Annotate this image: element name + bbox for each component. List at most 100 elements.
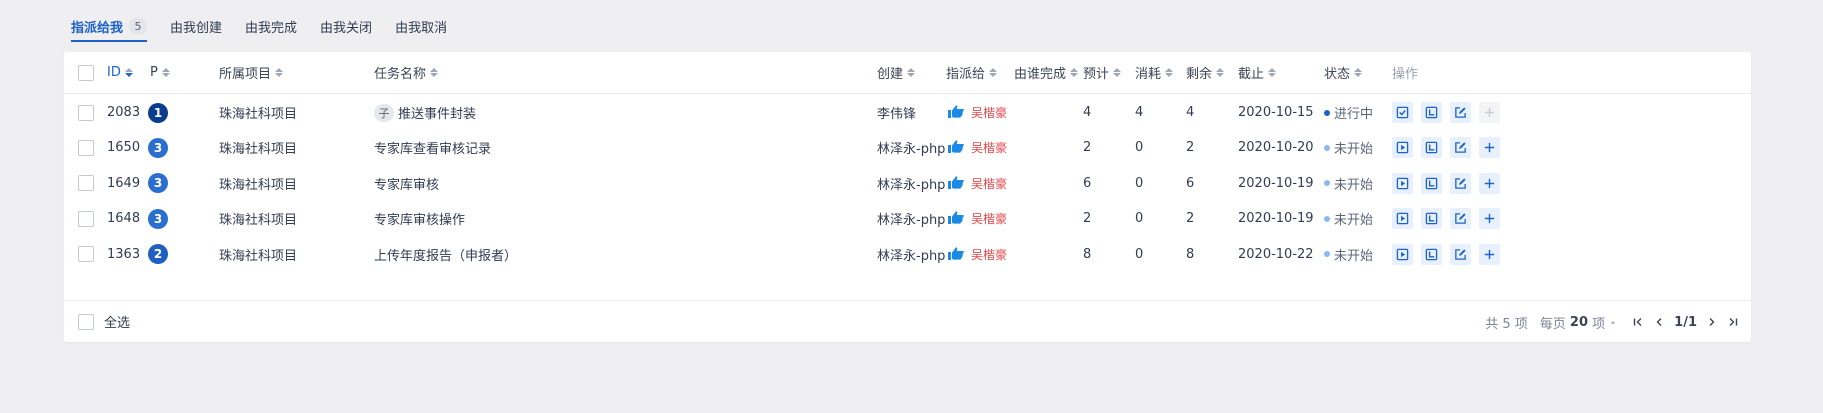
total-count: 共 5 项 (1485, 316, 1528, 332)
record-hours-button[interactable] (1421, 172, 1442, 194)
create-subtask-button[interactable] (1479, 208, 1500, 230)
assign-hand-icon (947, 138, 971, 157)
edit-button[interactable] (1450, 137, 1471, 159)
start-button[interactable] (1392, 243, 1413, 265)
create-subtask-button[interactable] (1479, 102, 1500, 123)
assignee-name: 吴楷豪 (971, 247, 1008, 262)
edit-button[interactable] (1450, 208, 1471, 230)
table-row[interactable]: 1650 3 珠海社科项目 专家库查看审核记录 林泽永-php 吴楷豪 2 0 2 2020-10… (64, 130, 1751, 165)
start-button[interactable] (1392, 208, 1413, 230)
assignee[interactable]: 吴楷豪 (947, 166, 1007, 201)
create-subtask-button[interactable] (1479, 137, 1500, 159)
task-name-link[interactable]: 专家库审核 (374, 174, 439, 193)
sort-icon (1216, 68, 1225, 77)
edit-button[interactable] (1450, 102, 1471, 123)
page-size-selector[interactable]: 每页 20 项 (1540, 313, 1618, 332)
table-row[interactable]: 2083 1 珠海社科项目 子推送事件封装 李伟锋 吴楷豪 4 4 4 2020-10-15 进行中 (64, 95, 1751, 130)
column-consumed-header[interactable]: 消耗 (1135, 52, 1174, 93)
project-name[interactable]: 珠海社科项目 (219, 130, 297, 165)
assignee[interactable]: 吴楷豪 (947, 95, 1007, 130)
task-id: 2083 (107, 105, 141, 120)
plus-icon (1483, 248, 1496, 261)
task-name-link[interactable]: 专家库查看审核记录 (374, 138, 491, 157)
create-subtask-button[interactable] (1479, 243, 1500, 265)
left-hours: 2 (1186, 211, 1195, 227)
tab-bar: 指派给我 5 由我创建 由我完成 由我关闭 由我取消 (71, 13, 470, 42)
tab-0[interactable]: 指派给我 5 (71, 13, 148, 42)
assignee[interactable]: 吴楷豪 (947, 201, 1007, 236)
creator: 林泽永-php (877, 248, 946, 264)
column-left-header[interactable]: 剩余 (1186, 52, 1225, 93)
tab-2[interactable]: 由我完成 (245, 13, 297, 39)
next-page-button[interactable] (1706, 316, 1718, 328)
start-button[interactable] (1392, 172, 1413, 194)
row-checkbox[interactable] (78, 210, 94, 227)
table-row[interactable]: 1649 3 珠海社科项目 专家库审核 林泽永-php 吴楷豪 6 0 6 2020-10-19 未… (64, 166, 1751, 201)
project-name[interactable]: 珠海社科项目 (219, 166, 297, 201)
column-assignee-header[interactable]: 指派给 (946, 52, 998, 93)
column-deadline-header[interactable]: 截止 (1238, 52, 1277, 93)
last-page-icon (1729, 318, 1738, 326)
assignee-name: 吴楷豪 (971, 141, 1008, 156)
clock-record-icon (1425, 141, 1438, 154)
column-name-header[interactable]: 任务名称 (374, 52, 439, 93)
row-checkbox[interactable] (78, 104, 94, 121)
column-priority-header[interactable]: P (150, 52, 170, 93)
table-row[interactable]: 1648 3 珠海社科项目 专家库审核操作 林泽永-php 吴楷豪 2 0 2 2020-10-1… (64, 201, 1751, 236)
record-hours-button[interactable] (1421, 208, 1442, 230)
assignee[interactable]: 吴楷豪 (947, 130, 1007, 165)
clock-record-icon (1425, 248, 1438, 261)
start-button[interactable] (1392, 137, 1413, 159)
column-status-header[interactable]: 状态 (1324, 52, 1363, 93)
deadline: 2020-10-15 (1238, 105, 1314, 120)
assignee[interactable]: 吴楷豪 (947, 237, 1007, 272)
estimate: 2 (1083, 140, 1092, 156)
tab-3[interactable]: 由我关闭 (320, 13, 372, 39)
project-name[interactable]: 珠海社科项目 (219, 237, 297, 272)
column-id-header[interactable]: ID (107, 52, 133, 93)
tab-1[interactable]: 由我创建 (170, 13, 222, 39)
left-hours: 6 (1186, 175, 1195, 191)
status: 未开始 (1324, 201, 1373, 236)
column-creator-header[interactable]: 创建 (877, 52, 916, 93)
record-hours-button[interactable] (1421, 102, 1442, 123)
task-name-link[interactable]: 专家库审核操作 (374, 209, 465, 228)
task-id: 1650 (107, 140, 141, 156)
column-estimate-header[interactable]: 预计 (1083, 52, 1122, 93)
tab-label: 由我创建 (170, 20, 223, 36)
table-row[interactable]: 1363 2 珠海社科项目 上传年度报告（申报者） 林泽永-php 吴楷豪 8 0 8 2020-… (64, 237, 1751, 272)
consumed: 0 (1135, 175, 1144, 191)
priority-badge: 3 (148, 137, 168, 158)
edit-icon (1454, 248, 1467, 261)
select-all-label[interactable]: 全选 (104, 301, 130, 342)
creator: 李伟锋 (877, 107, 917, 122)
status-text: 未开始 (1334, 248, 1374, 264)
sort-icon (907, 68, 916, 77)
last-page-button[interactable] (1727, 316, 1739, 328)
edit-button[interactable] (1450, 172, 1471, 194)
select-all-checkbox[interactable] (78, 313, 94, 330)
creator: 林泽永-php (877, 142, 946, 158)
row-checkbox[interactable] (78, 175, 94, 192)
edit-button[interactable] (1450, 243, 1471, 265)
task-name-link[interactable]: 推送事件封装 (398, 103, 476, 122)
first-page-button[interactable] (1632, 316, 1644, 328)
select-all-header-checkbox[interactable] (78, 64, 94, 81)
create-subtask-button[interactable] (1479, 172, 1500, 194)
finish-button[interactable] (1392, 102, 1413, 123)
play-icon (1396, 212, 1409, 225)
status: 未开始 (1324, 130, 1373, 165)
column-project-header[interactable]: 所属项目 (219, 52, 284, 93)
tab-4[interactable]: 由我取消 (395, 13, 447, 39)
row-checkbox[interactable] (78, 246, 94, 263)
task-id: 1648 (107, 211, 141, 227)
task-name-link[interactable]: 上传年度报告（申报者） (374, 245, 517, 264)
project-name[interactable]: 珠海社科项目 (219, 95, 297, 130)
row-checkbox[interactable] (78, 139, 94, 156)
column-finished-by-header[interactable]: 由谁完成 (1014, 52, 1079, 93)
project-name[interactable]: 珠海社科项目 (219, 201, 297, 236)
estimate: 6 (1083, 175, 1092, 191)
record-hours-button[interactable] (1421, 137, 1442, 159)
record-hours-button[interactable] (1421, 243, 1442, 265)
prev-page-button[interactable] (1653, 316, 1665, 328)
